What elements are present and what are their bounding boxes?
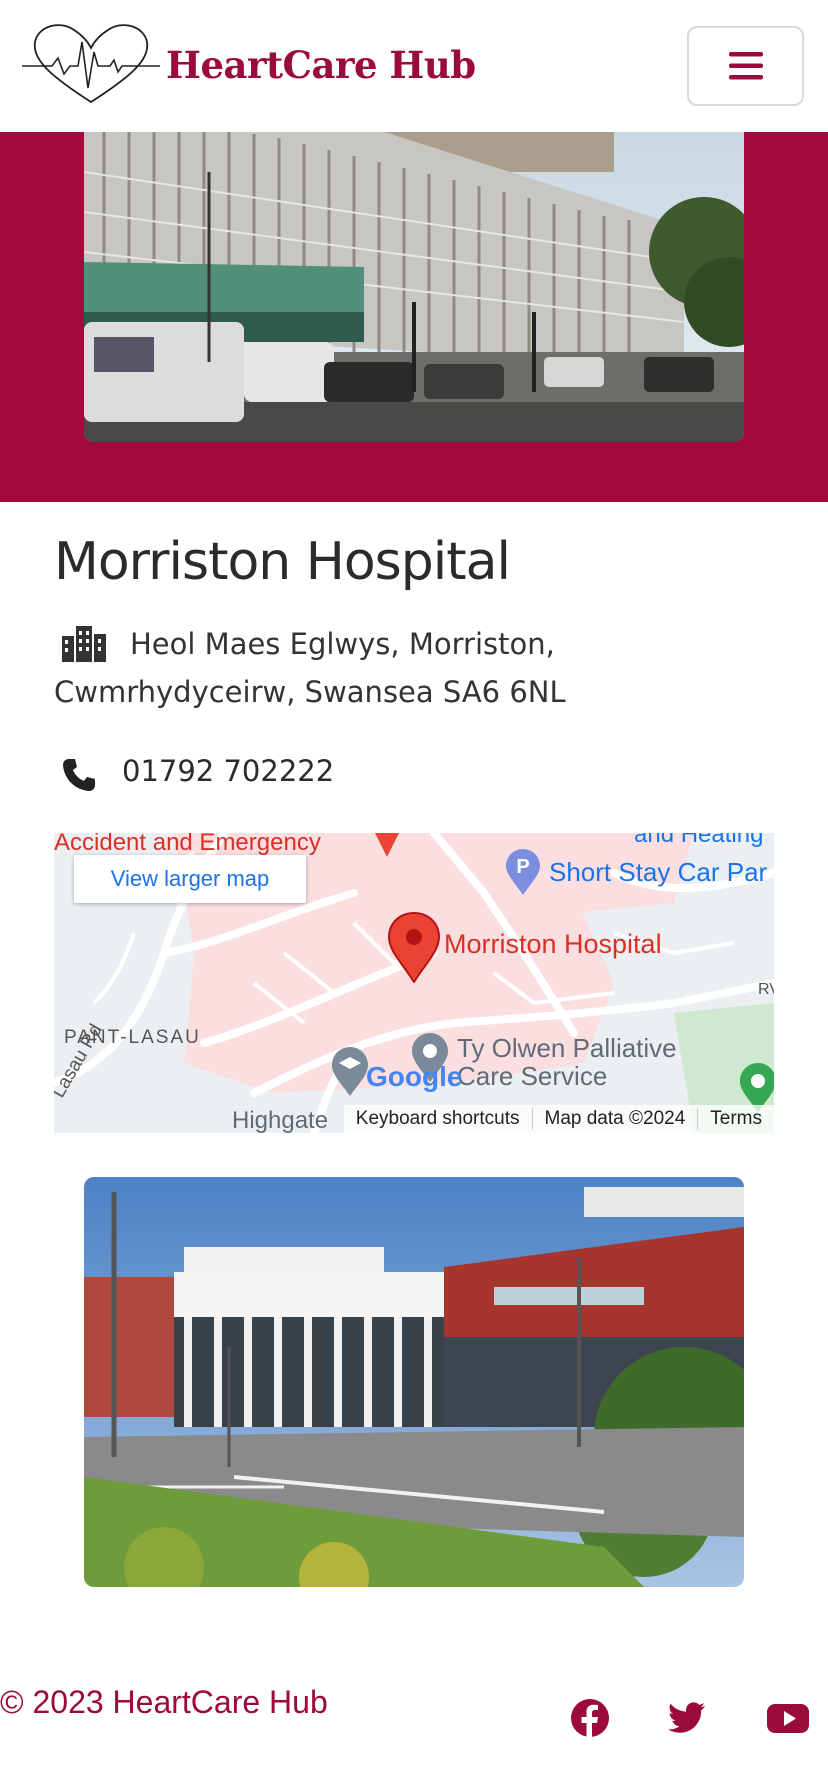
youtube-icon [767,1704,809,1733]
parking-marker-icon[interactable]: P [504,848,542,896]
emergency-marker-icon[interactable] [372,833,402,859]
google-logo: Google [366,1061,463,1092]
view-larger-map-link[interactable]: View larger map [74,855,306,903]
hospital-name: Morriston Hospital [54,532,511,592]
hero-banner [0,132,828,502]
terms-link[interactable]: Terms [697,1108,774,1130]
map-label-parking[interactable]: Short Stay Car Par [549,857,767,888]
facebook-icon [571,1699,609,1738]
twitter-link[interactable] [667,1698,707,1738]
hospital-building-photo [84,132,744,442]
map-label-rv: RV [758,981,774,998]
map-data-text: Map data ©2024 [531,1108,698,1130]
brand-link[interactable]: HeartCare Hub [22,22,476,108]
hamburger-menu-icon [728,52,763,80]
brand-name: HeartCare Hub [166,43,476,87]
map-label-emergency[interactable]: Accident and Emergency [54,833,321,857]
keyboard-shortcuts-link[interactable]: Keyboard shortcuts [344,1108,532,1130]
map-label-top-right: and Heating [634,833,764,848]
youtube-link[interactable] [766,1698,810,1738]
map-label-palliative-2[interactable]: Care Service [457,1061,607,1092]
map-label-palliative-1[interactable]: Ty Olwen Palliative [457,1033,677,1064]
menu-toggle-button[interactable] [687,26,804,106]
hospital-exterior-photo [84,1177,744,1587]
map-label-main[interactable]: Morriston Hospital [444,929,662,960]
page: HeartCare Hub Morriston Hospital Heol Ma… [0,0,828,1791]
location-pin-icon[interactable] [387,911,441,983]
twitter-icon [668,1702,705,1733]
copyright-text: © 2023 HeartCare Hub [0,1684,328,1720]
hospital-phone-link[interactable]: 01792 702222 [122,754,334,788]
svg-text:P: P [516,856,529,878]
map-attribution: Keyboard shortcuts Map data ©2024 Terms [343,1105,774,1133]
facebook-link[interactable] [570,1698,610,1738]
map-label-highgate: Highgate [232,1107,329,1133]
phone-icon [63,759,95,791]
map-embed[interactable]: Accident and Emergency and Heating P Sho… [54,833,774,1133]
hospital-address: Heol Maes Eglwys, Morriston, Cwmrhydycei… [54,627,566,709]
school-marker-icon[interactable] [330,1045,370,1097]
navbar: HeartCare Hub [0,0,828,132]
heart-pulse-logo-icon [22,24,160,104]
